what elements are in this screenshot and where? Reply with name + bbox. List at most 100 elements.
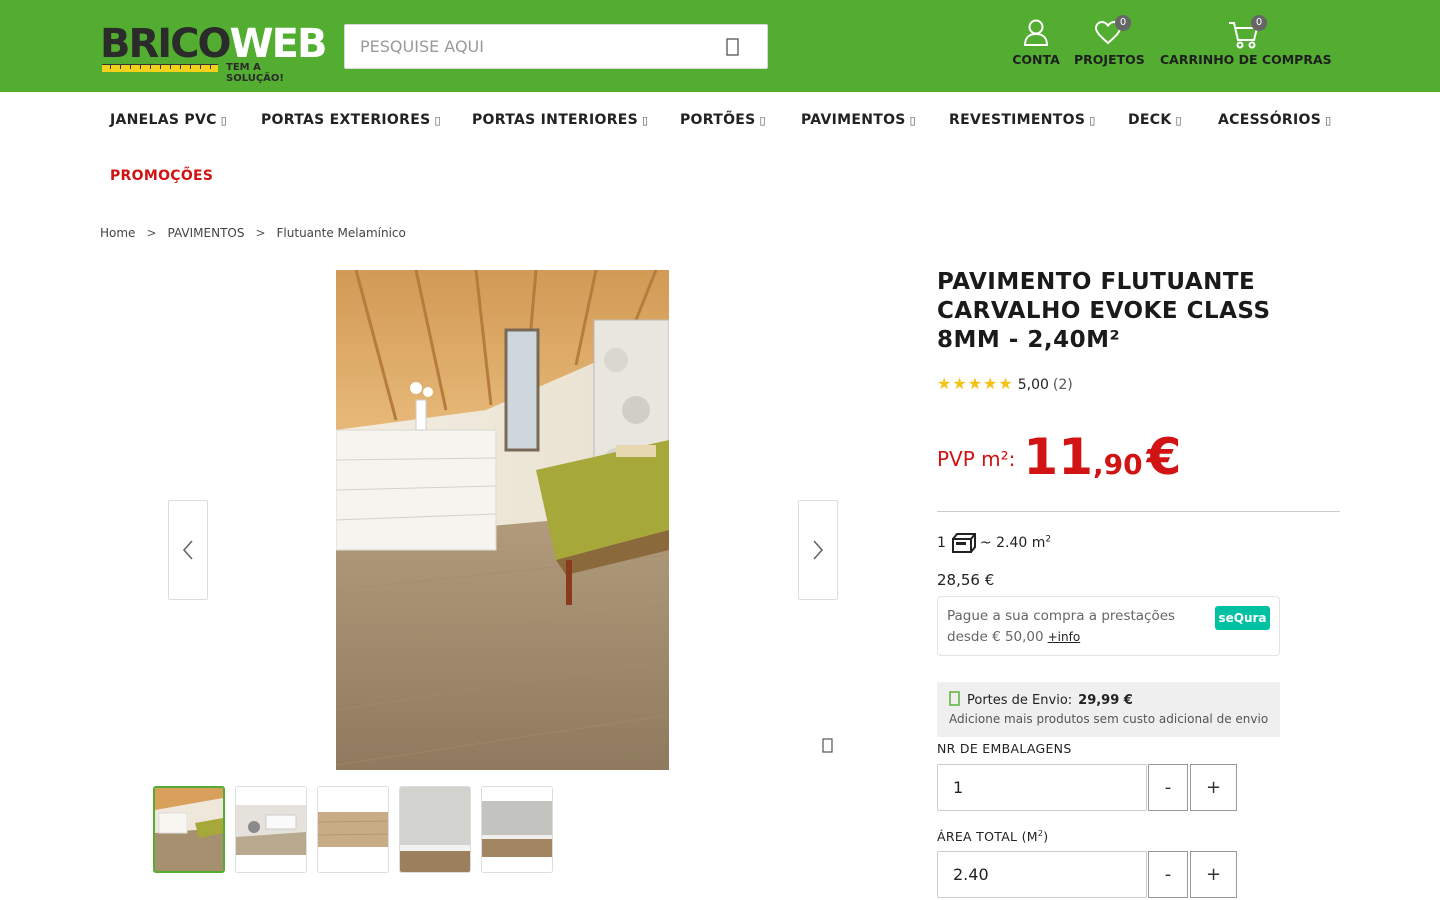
sequra-installments-box: Pague a sua compra a prestações desde € … [937, 596, 1280, 656]
packages-increment-button[interactable]: + [1190, 764, 1237, 811]
chevron-down-icon: ▯ [1325, 114, 1332, 127]
shipping-line: Portes de Envio: 29,99 € [949, 691, 1133, 708]
shipping-note: Adicione mais produtos sem custo adicion… [949, 712, 1269, 726]
package-quantity: 1 [937, 535, 946, 551]
logo-part2: WEB [229, 21, 328, 67]
breadcrumb-separator: > [255, 226, 266, 240]
shipping-info: Portes de Envio: 29,99 € Adicione mais pr… [937, 682, 1280, 737]
sequra-info-link[interactable]: +info [1048, 630, 1081, 644]
gallery-thumbnail-2[interactable] [235, 786, 307, 873]
gallery-thumbnail-3[interactable] [317, 786, 389, 873]
chevron-right-icon [813, 540, 824, 560]
search-icon [726, 38, 739, 56]
zoom-icon [822, 738, 833, 753]
thumbnail-image [155, 788, 223, 871]
cart-link[interactable]: 0 CARRINHO DE COMPRAS [1160, 15, 1332, 67]
logo-ruler [102, 64, 218, 72]
chevron-down-icon: ▯ [1089, 114, 1096, 127]
packages-decrement-button[interactable]: - [1148, 764, 1188, 811]
projects-count-badge: 0 [1115, 15, 1131, 31]
price-decimals: ,90 [1093, 448, 1143, 481]
account-label: CONTA [1012, 52, 1060, 67]
cart-count-badge: 0 [1251, 15, 1267, 31]
price-currency: € [1146, 428, 1182, 486]
menu-item-label: JANELAS PVC [110, 112, 217, 128]
room-photo [336, 270, 669, 770]
chevron-down-icon: ▯ [759, 114, 766, 127]
chevron-left-icon [182, 540, 193, 560]
breadcrumb-home[interactable]: Home [100, 226, 135, 240]
breadcrumb-current[interactable]: Flutuante Melamínico [277, 226, 406, 240]
truck-icon [949, 691, 960, 706]
package-info: 1 ~ 2.40 m2 [937, 532, 1051, 554]
projects-link[interactable]: 0 PROJETOS [1074, 15, 1145, 67]
area-label: ÁREA TOTAL (M2) [937, 829, 1048, 844]
cart-label: CARRINHO DE COMPRAS [1160, 52, 1332, 67]
rating-value: 5,00 [1017, 377, 1049, 393]
menu-item-label: PORTAS EXTERIORES [261, 112, 431, 128]
gallery-next-button[interactable] [798, 500, 838, 600]
thumbnail-image [400, 787, 470, 872]
rating-count: (2) [1052, 377, 1073, 393]
gallery-thumbnail-4[interactable] [399, 786, 471, 873]
star-rating-icon: ★★★★★ [937, 374, 1014, 393]
chevron-down-icon: ▯ [1175, 114, 1182, 127]
breadcrumb: Home > PAVIMENTOS > Flutuante Melamínico [100, 226, 406, 240]
area-input[interactable] [937, 851, 1147, 898]
area-decrement-button[interactable]: - [1148, 851, 1188, 898]
chevron-down-icon: ▯ [642, 114, 649, 127]
menu-item-label: PAVIMENTOS [801, 112, 906, 128]
breadcrumb-separator: > [146, 226, 157, 240]
product-main-image[interactable] [336, 270, 669, 770]
menu-item-promocoes[interactable]: PROMOÇÕES [110, 168, 213, 184]
menu-item-deck[interactable]: DECK ▯ [1128, 112, 1182, 128]
menu-item-revestimentos[interactable]: REVESTIMENTOS ▯ [949, 112, 1096, 128]
zoom-button[interactable] [822, 738, 836, 754]
user-icon [1023, 19, 1049, 46]
area-increment-button[interactable]: + [1190, 851, 1237, 898]
chevron-down-icon: ▯ [909, 114, 917, 127]
divider [937, 511, 1340, 512]
box-icon [951, 533, 978, 553]
thumbnail-image [482, 787, 552, 872]
menu-item-acessorios[interactable]: ACESSÓRIOS ▯ [1218, 112, 1331, 128]
product-rating[interactable]: ★★★★★ 5,00 (2) [937, 374, 1073, 393]
top-header: BRICOWEB TEM A SOLUÇÃO! CONTA 0 PROJETOS [0, 0, 1440, 92]
projects-label: PROJETOS [1074, 52, 1145, 67]
search-bar [344, 24, 768, 69]
packages-label: NR DE EMBALAGENS [937, 741, 1072, 756]
package-area-unit-sup: 2 [1045, 534, 1052, 545]
gallery-prev-button[interactable] [168, 500, 208, 600]
packages-input[interactable] [937, 764, 1147, 811]
menu-item-label: REVESTIMENTOS [949, 112, 1086, 128]
chevron-down-icon: ▯ [434, 114, 441, 127]
gallery-thumbnail-1[interactable] [153, 786, 225, 873]
site-logo[interactable]: BRICOWEB TEM A SOLUÇÃO! [100, 22, 327, 84]
thumbnail-image [236, 787, 306, 872]
menu-item-portoes[interactable]: PORTÕES ▯ [680, 112, 766, 128]
area-label-suffix: ) [1043, 829, 1049, 845]
menu-item-label: DECK [1128, 112, 1172, 128]
logo-wordmark: BRICOWEB [100, 21, 328, 67]
search-button[interactable] [725, 37, 745, 57]
product-title: PAVIMENTO FLUTUANTE CARVALHO EVOKE CLASS… [937, 269, 1271, 353]
menu-item-janelas-pvc[interactable]: JANELAS PVC ▯ [110, 112, 227, 128]
package-area: ~ 2.40 m [979, 535, 1046, 551]
gallery-thumbnail-5[interactable] [481, 786, 553, 873]
menu-item-portas-interiores[interactable]: PORTAS INTERIORES ▯ [472, 112, 648, 128]
price-prefix: PVP m²: [937, 447, 1016, 471]
shipping-price: 29,99 € [1078, 693, 1133, 708]
price-integer: 11 [1023, 428, 1093, 486]
menu-item-portas-exteriores[interactable]: PORTAS EXTERIORES ▯ [261, 112, 441, 128]
breadcrumb-pavimentos[interactable]: PAVIMENTOS [168, 226, 245, 240]
area-label-text: ÁREA TOTAL (M [937, 829, 1038, 845]
account-link[interactable]: CONTA [1012, 18, 1060, 67]
chevron-down-icon: ▯ [220, 114, 228, 127]
menu-item-pavimentos[interactable]: PAVIMENTOS ▯ [801, 112, 916, 128]
logo-tagline: TEM A SOLUÇÃO! [226, 62, 284, 84]
search-input[interactable] [345, 25, 715, 68]
menu-item-label: PORTÕES [680, 112, 756, 128]
menu-item-label: PORTAS INTERIORES [472, 112, 639, 128]
thumbnail-image [318, 787, 388, 872]
package-price: 28,56 € [937, 571, 995, 589]
